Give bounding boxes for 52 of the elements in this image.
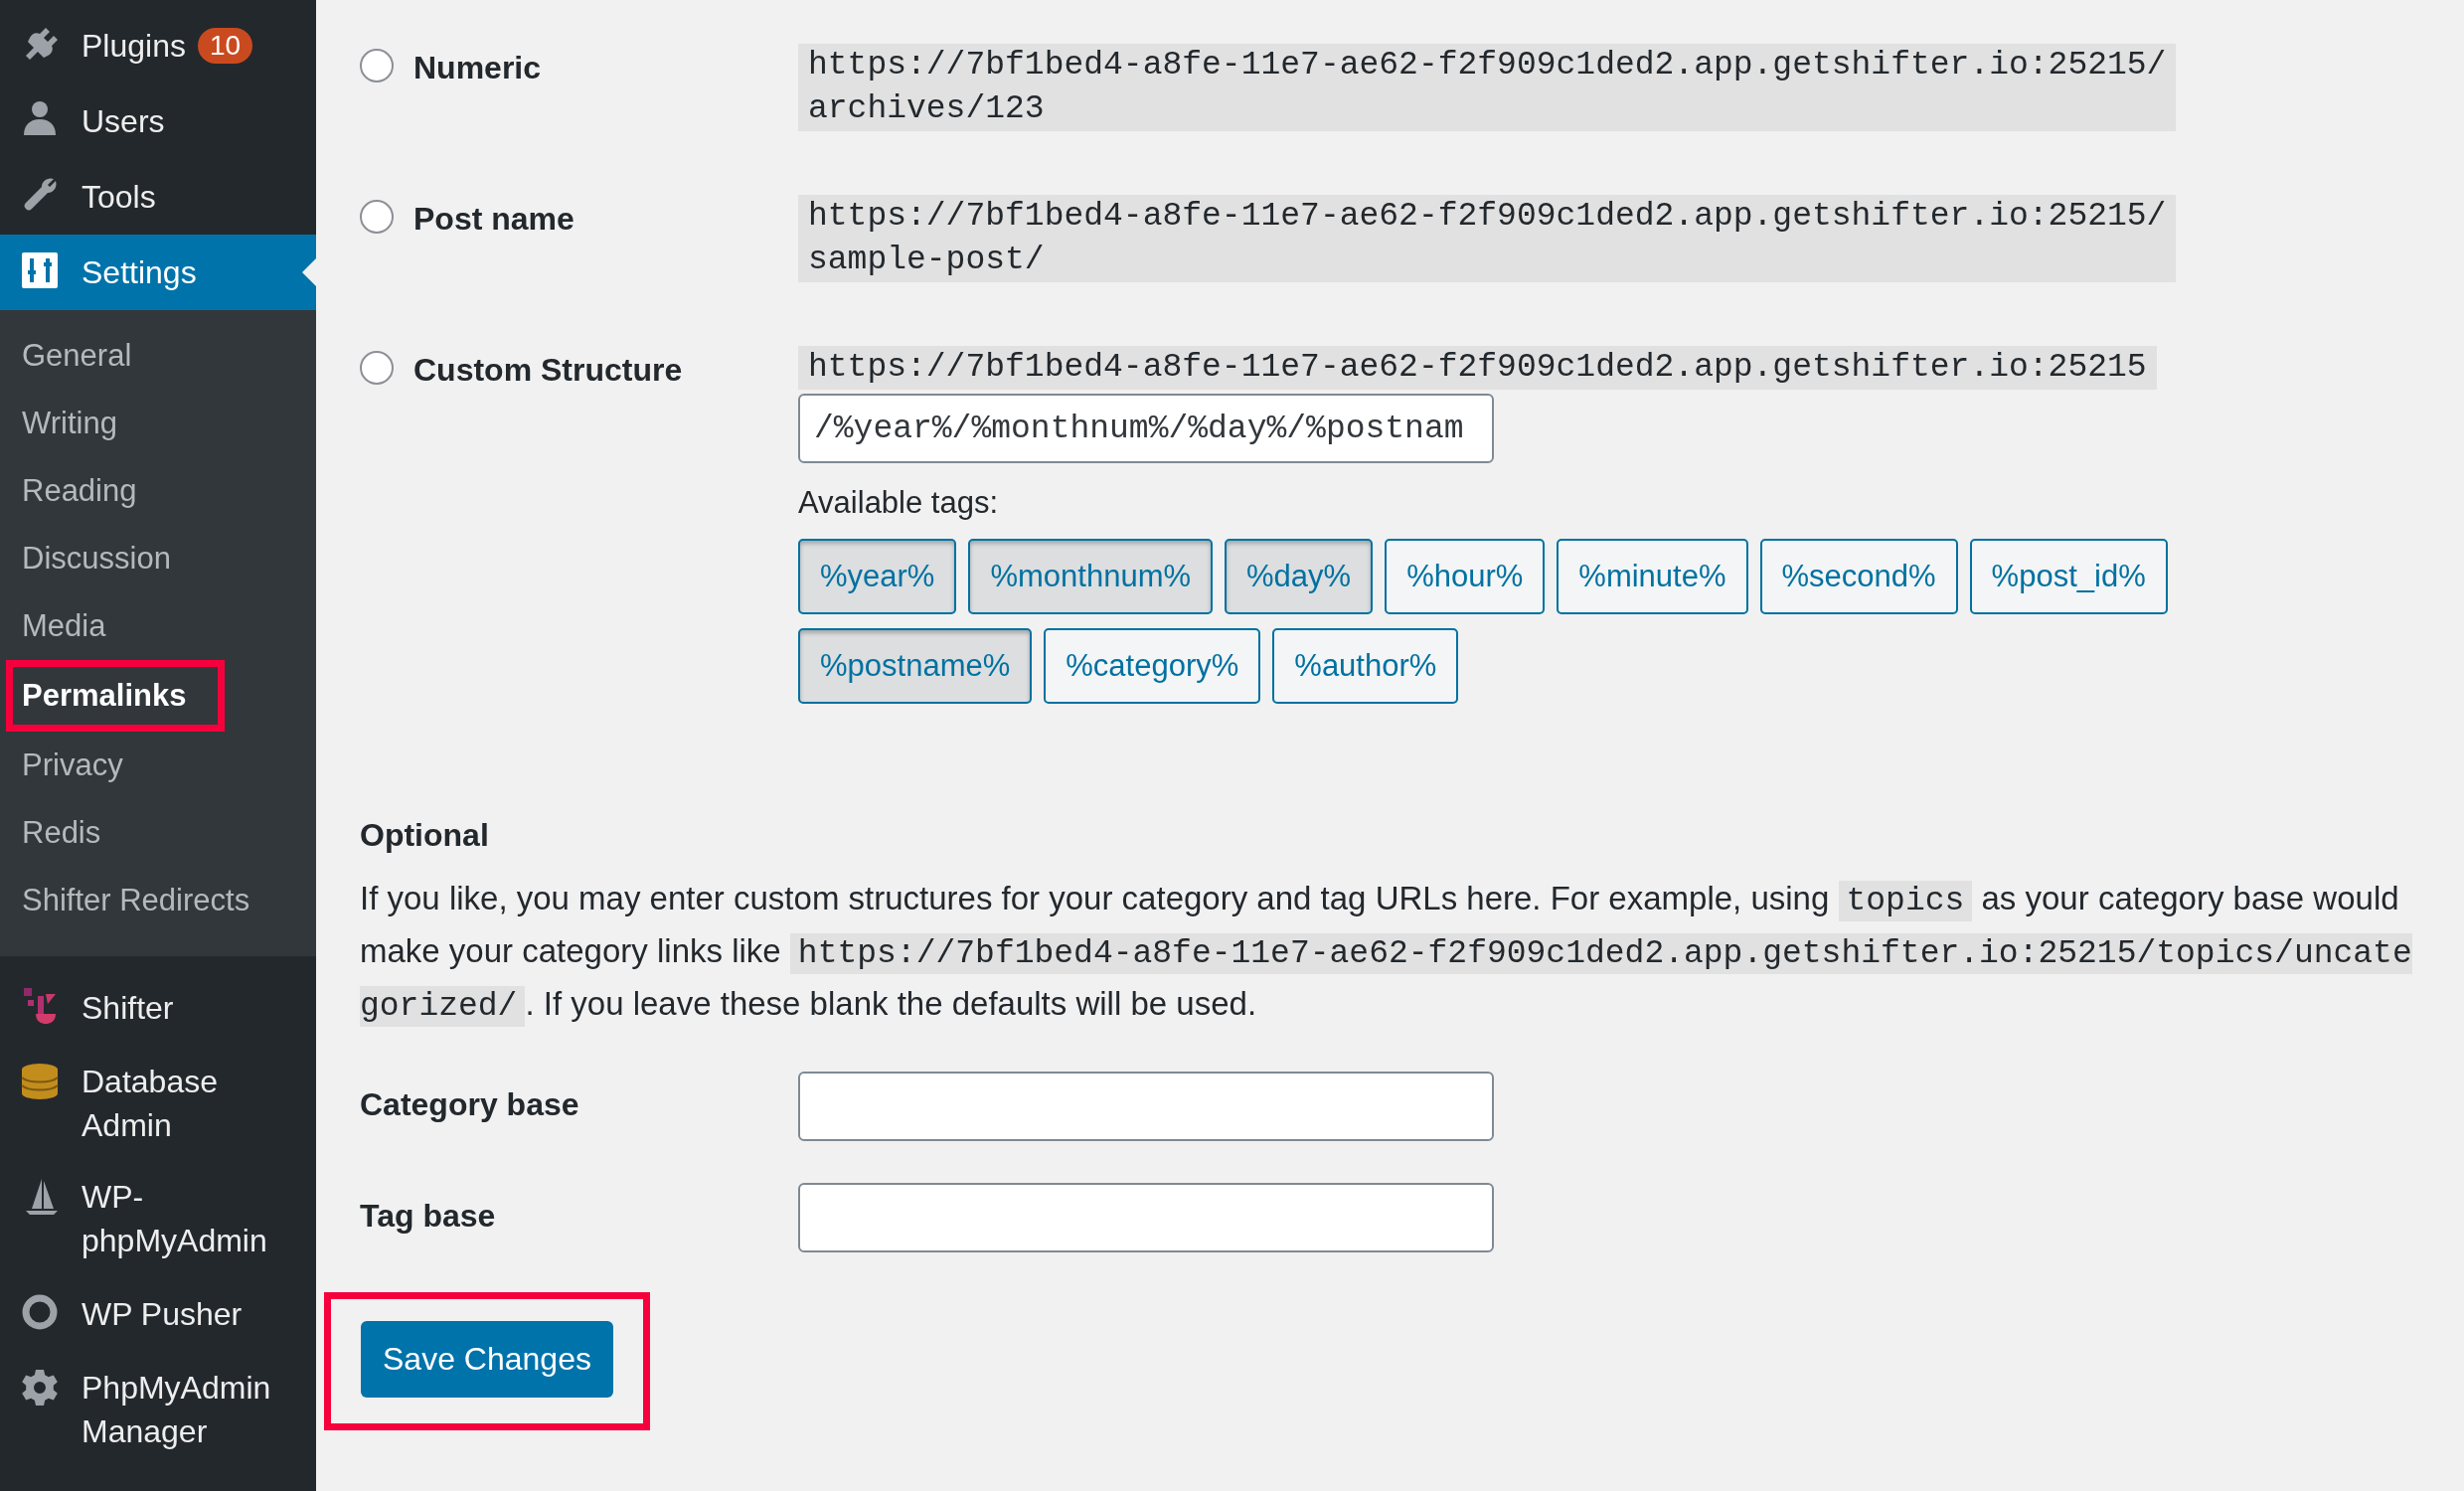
submenu-item[interactable]: Privacy: [0, 732, 316, 799]
submenu-item[interactable]: Writing: [0, 390, 316, 457]
tag-button[interactable]: %hour%: [1385, 539, 1546, 614]
tag-button[interactable]: %author%: [1272, 628, 1459, 704]
current-page-pointer: [302, 258, 316, 286]
section-heading: Optional: [360, 817, 490, 854]
field-label: Tag base: [360, 1197, 497, 1235]
option-label: Custom Structure: [413, 351, 683, 390]
url-example: https://7bf1bed4-a8fe-11e7-ae62-f2f909c1ded2.app.getshifter.io:25215: [798, 346, 2157, 390]
url-example: https://7bf1bed4-a8fe-11e7-ae62-f2f909c1ded2.app.getshifter.io:25215/archives/123: [798, 44, 2177, 131]
gear-icon: [20, 1368, 60, 1408]
submenu-item[interactable]: Shifter Redirects: [0, 867, 316, 934]
submenu-item[interactable]: Redis: [0, 799, 316, 867]
submenu-item[interactable]: Media: [0, 592, 316, 660]
submenu-item[interactable]: General: [0, 322, 316, 390]
text-field[interactable]: [798, 1183, 1494, 1252]
submenu-item[interactable]: Discussion: [0, 525, 316, 592]
radio-button[interactable]: [360, 351, 394, 385]
sidebar-menu-item[interactable]: Settings: [0, 235, 316, 310]
custom-structure-field[interactable]: /%year%/%monthnum%/%day%/%postnam: [798, 394, 1494, 463]
database-icon: [20, 1062, 60, 1101]
sidebar-menu-item[interactable]: Plugins 10: [0, 8, 316, 83]
sidebar-menu-item[interactable]: WP Pusher: [0, 1276, 316, 1352]
text-field[interactable]: [798, 1072, 1494, 1141]
radio-button[interactable]: [360, 49, 394, 83]
save-changes-button[interactable]: Save Changes: [361, 1321, 613, 1398]
optional-description: If you like, you may enter custom structures for your category and tag URLs here. For example, using topics as your category base would make your category links like https://7bf1bed4-a8fe-11e7-ae62-f2f909c1ded2.app.getshifter.io:25215/topics/uncategorized/ . If you leave these blank the defaults will be used.: [360, 879, 2412, 1029]
url-example: https://7bf1bed4-a8fe-11e7-ae62-f2f909c1ded2.app.getshifter.io:25215/sample-post/: [798, 195, 2177, 282]
sidebar-menu-item[interactable]: Users: [0, 83, 316, 159]
sidebar-menu-item[interactable]: WP-phpMyAdmin: [0, 1161, 316, 1276]
submenu-item[interactable]: Permalinks: [6, 660, 225, 732]
tag-button[interactable]: %minute%: [1557, 539, 1748, 614]
option-label: Numeric: [413, 49, 542, 87]
radio-button[interactable]: [360, 200, 394, 234]
option-label: Post name: [413, 200, 575, 239]
tag-button[interactable]: %category%: [1044, 628, 1261, 704]
sidebar-menu-item[interactable]: Database Admin: [0, 1046, 316, 1161]
sliders-icon: [20, 250, 60, 290]
tag-button[interactable]: %day%: [1225, 539, 1374, 614]
sidebar-menu-item[interactable]: Tools: [0, 159, 316, 235]
field-label: Category base: [360, 1085, 580, 1123]
sidebar-menu-item[interactable]: PhpMyAdmin Manager: [0, 1352, 316, 1467]
tag-button[interactable]: %postname%: [798, 628, 1033, 704]
tag-button[interactable]: %monthnum%: [968, 539, 1214, 614]
available-tags-label: Available tags:: [798, 485, 1000, 521]
submenu-item[interactable]: Reading: [0, 457, 316, 525]
tag-button[interactable]: %second%: [1759, 539, 1958, 614]
sidebar-menu-item[interactable]: Shifter: [0, 970, 316, 1046]
circle-icon: [20, 1292, 60, 1332]
tag-button[interactable]: %year%: [798, 539, 957, 614]
update-count-badge: 10: [197, 28, 253, 64]
tag-button[interactable]: %post_id%: [1969, 539, 2168, 614]
